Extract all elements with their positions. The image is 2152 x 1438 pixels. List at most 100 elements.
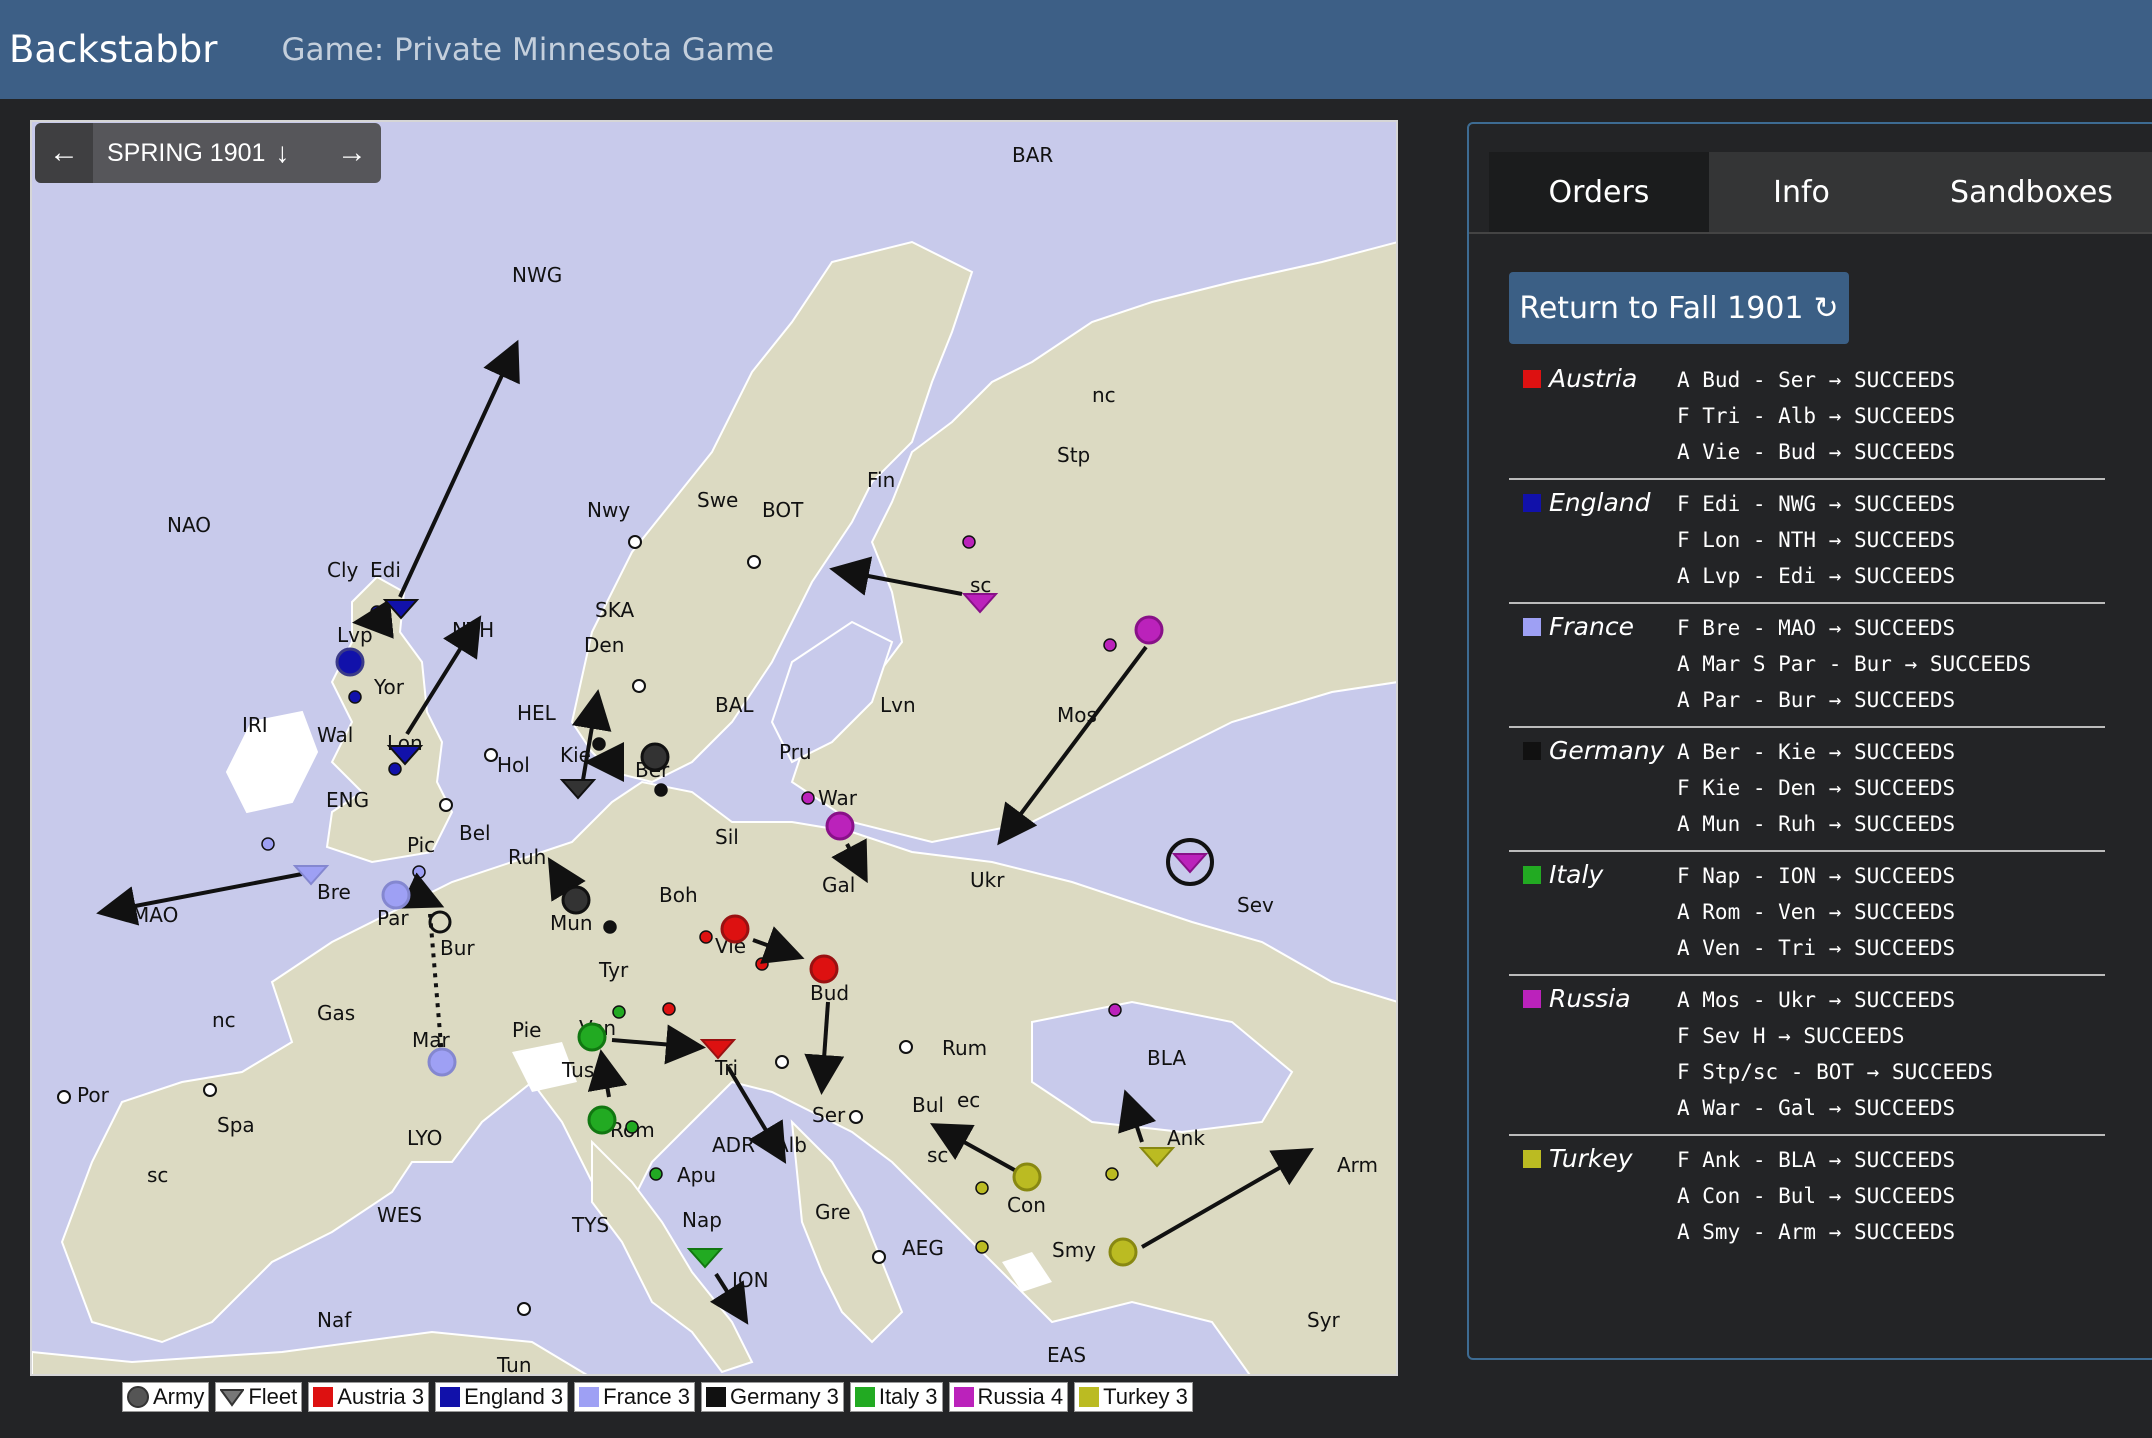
power-color-swatch — [1523, 741, 1541, 760]
map-legend: Army Fleet Austria 3 England 3 France 3 … — [122, 1382, 1193, 1412]
label-Sev: Sev — [1237, 893, 1274, 917]
power-name: France — [1523, 612, 1634, 641]
legend-label: Austria 3 — [337, 1384, 425, 1409]
label-BLA: BLA — [1147, 1046, 1186, 1070]
order-line: A War - Gal → SUCCEEDS — [1677, 1096, 1956, 1120]
legend-germany: Germany 3 — [701, 1382, 844, 1412]
next-turn-button[interactable]: → — [323, 123, 381, 183]
power-orders-italy: Italy F Nap - ION → SUCCEEDS A Rom - Ven →… — [1509, 852, 2105, 976]
order-line: A Vie - Bud → SUCCEEDS — [1677, 440, 1956, 464]
label-BOT: BOT — [762, 498, 804, 522]
label-Fin: Fin — [867, 468, 895, 492]
label-Gre: Gre — [815, 1200, 851, 1224]
label-Nwy: Nwy — [587, 498, 630, 522]
top-navbar: Backstabbr Game: Private Minnesota Game — [0, 0, 2152, 99]
label-LYO: LYO — [407, 1126, 442, 1150]
label-Pic: Pic — [407, 833, 435, 857]
label-SKA: SKA — [595, 598, 634, 622]
label-HEL: HEL — [517, 701, 557, 725]
label-Tus: Tus — [561, 1058, 594, 1082]
power-orders-austria: Austria A Bud - Ser → SUCCEEDS F Tri - Alb… — [1509, 356, 2105, 480]
army-unit — [1108, 1237, 1138, 1267]
label-Tun: Tun — [496, 1353, 532, 1376]
tab-sandboxes[interactable]: Sandboxes — [1894, 152, 2152, 232]
order-line: A Mun - Ruh → SUCCEEDS — [1677, 812, 1956, 836]
fleet-unit — [686, 1248, 724, 1269]
side-panel: Orders Info Sandboxes Return to Fall 190… — [1467, 122, 2152, 1360]
legend-army: Army — [122, 1382, 210, 1412]
tab-info[interactable]: Info — [1709, 152, 1894, 232]
power-label: England — [1549, 488, 1651, 517]
power-color-swatch — [1523, 865, 1541, 884]
army-unit — [809, 954, 839, 984]
order-line: A Par - Bur → SUCCEEDS — [1677, 688, 1956, 712]
legend-fleet: Fleet — [215, 1382, 303, 1412]
map-canvas[interactable]: BAR NWG NAO nc Stp Fin BOT Swe Nwy Cly E… — [32, 122, 1398, 1376]
prev-turn-button[interactable]: ← — [35, 123, 93, 183]
order-line: F Stp/sc - BOT → SUCCEEDS — [1677, 1060, 1994, 1084]
label-War: War — [818, 786, 858, 810]
power-color-swatch — [1523, 617, 1541, 636]
order-line: A Rom - Ven → SUCCEEDS — [1677, 900, 1956, 924]
order-line: F Tri - Alb → SUCCEEDS — [1677, 404, 1956, 428]
power-name: Germany — [1523, 736, 1664, 765]
power-orders-germany: Germany A Ber - Kie → SUCCEEDS F Kie - Den… — [1509, 728, 2105, 852]
label-NWG: NWG — [512, 263, 562, 287]
power-label: Germany — [1549, 736, 1665, 765]
game-title: Game: Private Minnesota Game — [281, 31, 775, 68]
label-Hol: Hol — [497, 753, 530, 777]
order-line: F Sev H → SUCCEEDS — [1677, 1024, 1905, 1048]
legend-label: France 3 — [603, 1384, 690, 1409]
label-WES: WES — [377, 1203, 422, 1227]
order-line: F Lon - NTH → SUCCEEDS — [1677, 528, 1956, 552]
order-line: A Lvp - Edi → SUCCEEDS — [1677, 564, 1956, 588]
label-NAO: NAO — [167, 513, 211, 537]
order-lines: F Nap - ION → SUCCEEDS A Rom - Ven → SUCC… — [1677, 858, 2105, 966]
label-Lvn: Lvn — [880, 693, 916, 717]
label-IRI: IRI — [242, 713, 268, 737]
power-name: England — [1523, 488, 1651, 517]
legend-label: Army — [153, 1384, 205, 1409]
legend-austria: Austria 3 — [308, 1382, 430, 1412]
order-line: A Ven - Tri → SUCCEEDS — [1677, 936, 1956, 960]
power-color-swatch — [1523, 369, 1541, 388]
order-line: A Smy - Arm → SUCCEEDS — [1677, 1220, 1956, 1244]
label-ec: ec — [957, 1088, 980, 1112]
brand-logo[interactable]: Backstabbr — [9, 28, 217, 71]
power-name: Turkey — [1523, 1144, 1633, 1173]
order-line: A Mar S Par - Bur → SUCCEEDS — [1677, 652, 2032, 676]
return-to-turn-button[interactable]: Return to Fall 1901 ↻ — [1509, 272, 1849, 344]
turn-label: SPRING 1901 — [107, 138, 266, 167]
power-color-swatch — [1523, 989, 1541, 1008]
label-Bud: Bud — [810, 981, 849, 1005]
label-Mun: Mun — [550, 911, 593, 935]
army-icon — [127, 1386, 149, 1408]
label-Stp: Stp — [1057, 443, 1090, 467]
order-line: F Bre - MAO → SUCCEEDS — [1677, 616, 1956, 640]
game-map[interactable]: BAR NWG NAO nc Stp Fin BOT Swe Nwy Cly E… — [30, 120, 1398, 1376]
label-TYS: TYS — [571, 1213, 609, 1237]
label-BAR: BAR — [1012, 143, 1053, 167]
label-Gas: Gas — [317, 1001, 355, 1025]
label-Pie: Pie — [512, 1018, 541, 1042]
power-name: Italy — [1523, 860, 1603, 889]
label-Wal: Wal — [317, 723, 353, 747]
label-BAL: BAL — [715, 693, 754, 717]
label-Ser: Ser — [812, 1103, 846, 1127]
power-orders-russia: Russia A Mos - Ukr → SUCCEEDS F Sev H → SU… — [1509, 976, 2105, 1136]
army-unit — [825, 811, 855, 841]
power-label: France — [1549, 612, 1634, 641]
label-nc: nc — [1092, 383, 1116, 407]
army-unit — [720, 914, 750, 944]
arrow-left-icon: ← — [49, 136, 79, 169]
label-Par: Par — [377, 906, 409, 930]
power-color-swatch — [1523, 493, 1541, 512]
turn-selector[interactable]: SPRING 1901 ↓ — [93, 137, 323, 169]
label-Nap: Nap — [682, 1208, 722, 1232]
legend-label: England 3 — [464, 1384, 564, 1409]
arrow-down-icon: ↓ — [275, 137, 290, 168]
tab-orders[interactable]: Orders — [1489, 152, 1709, 232]
order-line: A Con - Bul → SUCCEEDS — [1677, 1184, 1956, 1208]
label-Bre: Bre — [317, 880, 351, 904]
order-lines: A Bud - Ser → SUCCEEDS F Tri - Alb → SUCC… — [1677, 362, 2105, 470]
